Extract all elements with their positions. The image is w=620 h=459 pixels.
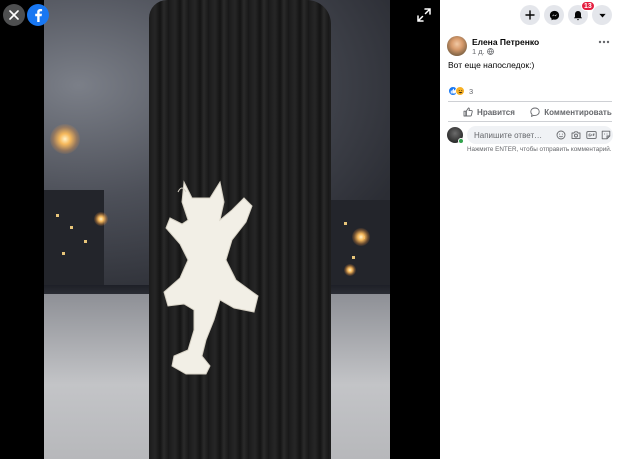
- globe-icon: [486, 48, 494, 55]
- reactions-summary[interactable]: 3: [448, 86, 473, 96]
- author-name[interactable]: Елена Петренко: [472, 37, 539, 47]
- messenger-button[interactable]: [544, 5, 564, 25]
- facebook-logo-icon: [35, 9, 43, 22]
- sticker-button[interactable]: [600, 129, 612, 141]
- close-icon: [9, 10, 19, 20]
- post-meta: 1 д.: [472, 47, 494, 56]
- snow-cat-sculpture: [163, 180, 259, 375]
- comment-tools: [555, 129, 612, 141]
- camera-icon: [571, 131, 581, 139]
- photo-window: [344, 222, 347, 225]
- post-actions: Нравится Комментировать: [448, 104, 612, 120]
- account-menu-button[interactable]: [592, 5, 612, 25]
- gif-button[interactable]: [585, 129, 597, 141]
- photo-button[interactable]: [570, 129, 582, 141]
- comment-label: Комментировать: [544, 107, 612, 117]
- online-status-dot: [458, 138, 464, 144]
- post-photo: [44, 0, 390, 459]
- thumbs-up-icon: [463, 107, 473, 117]
- comment-icon: [530, 107, 540, 117]
- more-options-button[interactable]: [597, 38, 611, 52]
- photo-window: [352, 256, 355, 259]
- street-lamp: [344, 264, 356, 276]
- photo-window: [62, 252, 65, 255]
- street-lamp: [50, 124, 80, 154]
- emoji-button[interactable]: [555, 129, 567, 141]
- comment-hint: Нажмите ENTER, чтобы отправить комментар…: [467, 146, 612, 153]
- top-bar: 13: [440, 0, 620, 30]
- comment-button[interactable]: Комментировать: [530, 104, 612, 120]
- divider: [448, 121, 612, 122]
- street-lamp: [352, 228, 370, 246]
- create-button[interactable]: [520, 5, 540, 25]
- emoji-icon: [556, 130, 566, 140]
- messenger-icon: [549, 10, 559, 20]
- sticker-icon: [601, 130, 611, 140]
- post-panel: 13 Елена Петренко 1 д. Вот еще напоследо…: [440, 0, 620, 459]
- reaction-count: 3: [469, 86, 474, 96]
- close-button[interactable]: [3, 4, 25, 26]
- post-time[interactable]: 1 д.: [472, 47, 485, 56]
- caret-down-icon: [598, 13, 606, 17]
- photo-building: [44, 190, 104, 285]
- expand-icon: [417, 8, 431, 22]
- haha-reaction-icon: [455, 86, 465, 96]
- like-label: Нравится: [477, 107, 515, 117]
- avatar[interactable]: [447, 36, 467, 56]
- photo-window: [56, 214, 59, 217]
- bell-icon: [574, 10, 582, 20]
- photo-viewer: [0, 0, 440, 459]
- facebook-logo[interactable]: [27, 4, 49, 26]
- like-button[interactable]: Нравится: [448, 104, 530, 120]
- gif-icon: [585, 131, 597, 139]
- fullscreen-button[interactable]: [414, 5, 434, 25]
- photo-window: [70, 226, 73, 229]
- plus-icon: [525, 10, 535, 20]
- street-lamp: [94, 212, 108, 226]
- more-dots-icon: [598, 40, 610, 44]
- divider: [448, 101, 612, 102]
- photo-window: [84, 240, 87, 243]
- post-header: Елена Петренко 1 д.: [447, 36, 613, 60]
- post-text: Вот еще напоследок:): [448, 60, 535, 70]
- comment-composer: [447, 126, 613, 144]
